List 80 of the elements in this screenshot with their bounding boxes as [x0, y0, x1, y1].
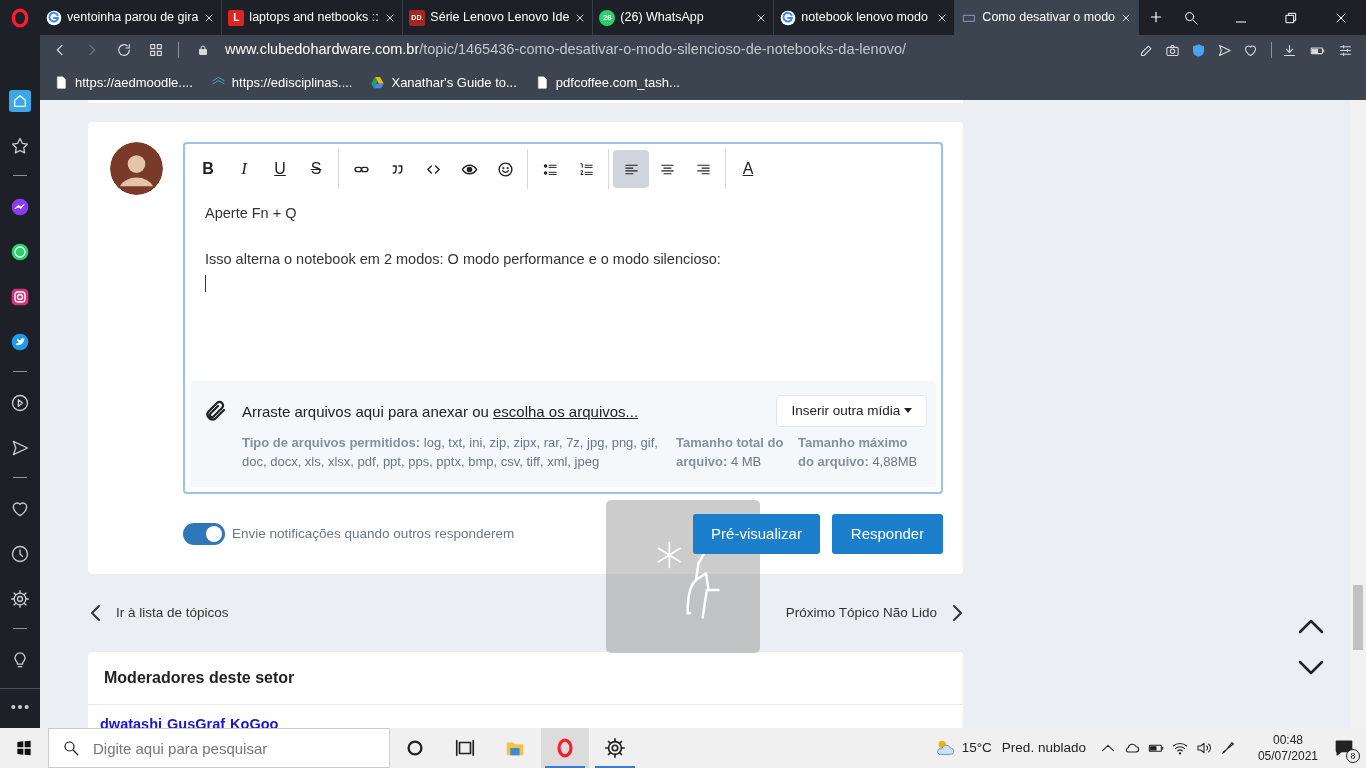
underline-button[interactable]: U	[262, 150, 298, 188]
text-cursor	[205, 274, 206, 292]
camera-icon[interactable]	[1165, 42, 1180, 58]
scroll-up-icon[interactable]	[1298, 618, 1324, 634]
clock-icon[interactable]	[10, 543, 30, 564]
download-icon[interactable]	[1282, 42, 1297, 58]
editor-text: Isso alterna o notebook em 2 modos: O modo performance e o modo silencioso:	[205, 249, 722, 269]
next-topic-link[interactable]: Próximo Tópico Não Lido	[785, 602, 963, 624]
drive-icon	[370, 75, 386, 90]
total-size: Tamanho total do arquivo: 4 MB	[676, 434, 784, 471]
allowed-file-types: Tipo de arquivos permitidos: log, txt, ini, zip, zipx, rar, 7z, jpg, png, gif, doc, docx, xls, xlsx, pdf, ppt, pps, pptx, bmp, csv, tiff, xml, jpeg	[242, 434, 659, 471]
star-icon[interactable]	[10, 135, 30, 156]
clock-time: 00:48	[1272, 732, 1303, 748]
notification-label: Envie notificações quando outros responderem	[232, 524, 515, 543]
preview-button[interactable]: Pré-visualizar	[693, 514, 820, 554]
reload-icon[interactable]	[116, 42, 132, 58]
new-tab-icon[interactable]	[1149, 10, 1164, 24]
bookmark-item[interactable]: https://aedmoodle....	[54, 72, 193, 93]
temperature-text: 15°C	[961, 738, 992, 757]
more-icon[interactable]	[10, 703, 30, 711]
settings-icon[interactable]	[604, 737, 626, 759]
shield-icon[interactable]	[1191, 42, 1206, 58]
max-size: Tamanho máximo do arquivo: 4,88MB	[798, 434, 919, 471]
bookmark-item[interactable]: pdfcoffee.com_tash...	[534, 72, 680, 93]
scrollbar-thumb[interactable]	[1353, 585, 1363, 650]
windows-logo[interactable]	[16, 740, 32, 756]
scroll-down-icon[interactable]	[1298, 660, 1324, 676]
choose-files-link[interactable]: escolha os arquivos...	[493, 403, 639, 420]
easy-setup-icon[interactable]	[1338, 42, 1353, 58]
previous-topic-link[interactable]: Ir à lista de tópicos	[88, 602, 229, 624]
caret-icon	[904, 408, 912, 415]
avatar	[110, 142, 163, 195]
site-favicon: L	[228, 9, 245, 26]
numbered-list-icon	[577, 160, 595, 178]
chevron-right-icon	[951, 604, 963, 622]
restore-icon[interactable]	[1283, 10, 1299, 26]
lock-icon	[197, 43, 209, 57]
page-icon	[54, 75, 69, 90]
messenger-icon[interactable]	[10, 196, 30, 217]
editor-text: Aperte Fn + Q	[205, 204, 298, 223]
chat-badge: 26	[599, 9, 616, 26]
search-icon	[62, 739, 80, 757]
clock-date: 05/07/2021	[1257, 748, 1318, 764]
wifi-icon[interactable]	[1171, 740, 1188, 756]
tabs-grid-icon[interactable]	[148, 42, 164, 58]
instagram-icon[interactable]	[10, 286, 30, 307]
search-icon[interactable]	[1183, 10, 1199, 26]
edit-icon[interactable]	[1139, 42, 1154, 58]
whatsapp-icon[interactable]	[10, 241, 30, 262]
taskbar-search-field[interactable]: Digite aqui para pesquisar	[48, 728, 390, 768]
opera-logo[interactable]	[10, 7, 30, 28]
bookmark-item[interactable]: Xanathar's Guide to...	[370, 72, 517, 93]
italic-button[interactable]: I	[226, 150, 262, 188]
moderators-title: Moderadores deste setor	[88, 652, 963, 705]
play-icon[interactable]	[10, 392, 30, 413]
notification-toggle[interactable]	[183, 523, 225, 545]
bird-icon[interactable]	[10, 331, 30, 352]
pen-icon[interactable]	[1219, 740, 1236, 756]
insert-media-button[interactable]: Inserir outra mídia	[776, 395, 927, 427]
align-left-button[interactable]	[613, 150, 649, 188]
home-button[interactable]	[9, 89, 31, 112]
attachment-prompt: Arraste arquivos aqui para anexar ou escolha os arquivos...	[242, 402, 640, 422]
home-icon	[12, 92, 28, 109]
send-icon[interactable]	[1217, 42, 1232, 58]
google-icon	[780, 9, 797, 26]
task-view-icon[interactable]	[454, 737, 476, 759]
notification-count: 8	[1346, 749, 1360, 763]
google-icon	[46, 9, 62, 26]
font-color-button[interactable]: A	[730, 150, 766, 188]
chevron-left-icon	[90, 604, 102, 622]
reply-button[interactable]: Responder	[832, 514, 943, 554]
weather-text: Pred. nublado	[1001, 738, 1086, 757]
paperclip-icon[interactable]	[204, 399, 228, 423]
browser-tab[interactable]: Como desativar o modo	[955, 0, 1140, 35]
heart-icon[interactable]	[1243, 42, 1258, 58]
volume-icon[interactable]	[1195, 740, 1212, 756]
bold-button[interactable]: B	[190, 150, 226, 188]
bookmark-item[interactable]: https://edisciplinas....	[210, 72, 353, 93]
smiley-icon	[496, 160, 514, 178]
strikethrough-button[interactable]: S	[298, 150, 334, 188]
